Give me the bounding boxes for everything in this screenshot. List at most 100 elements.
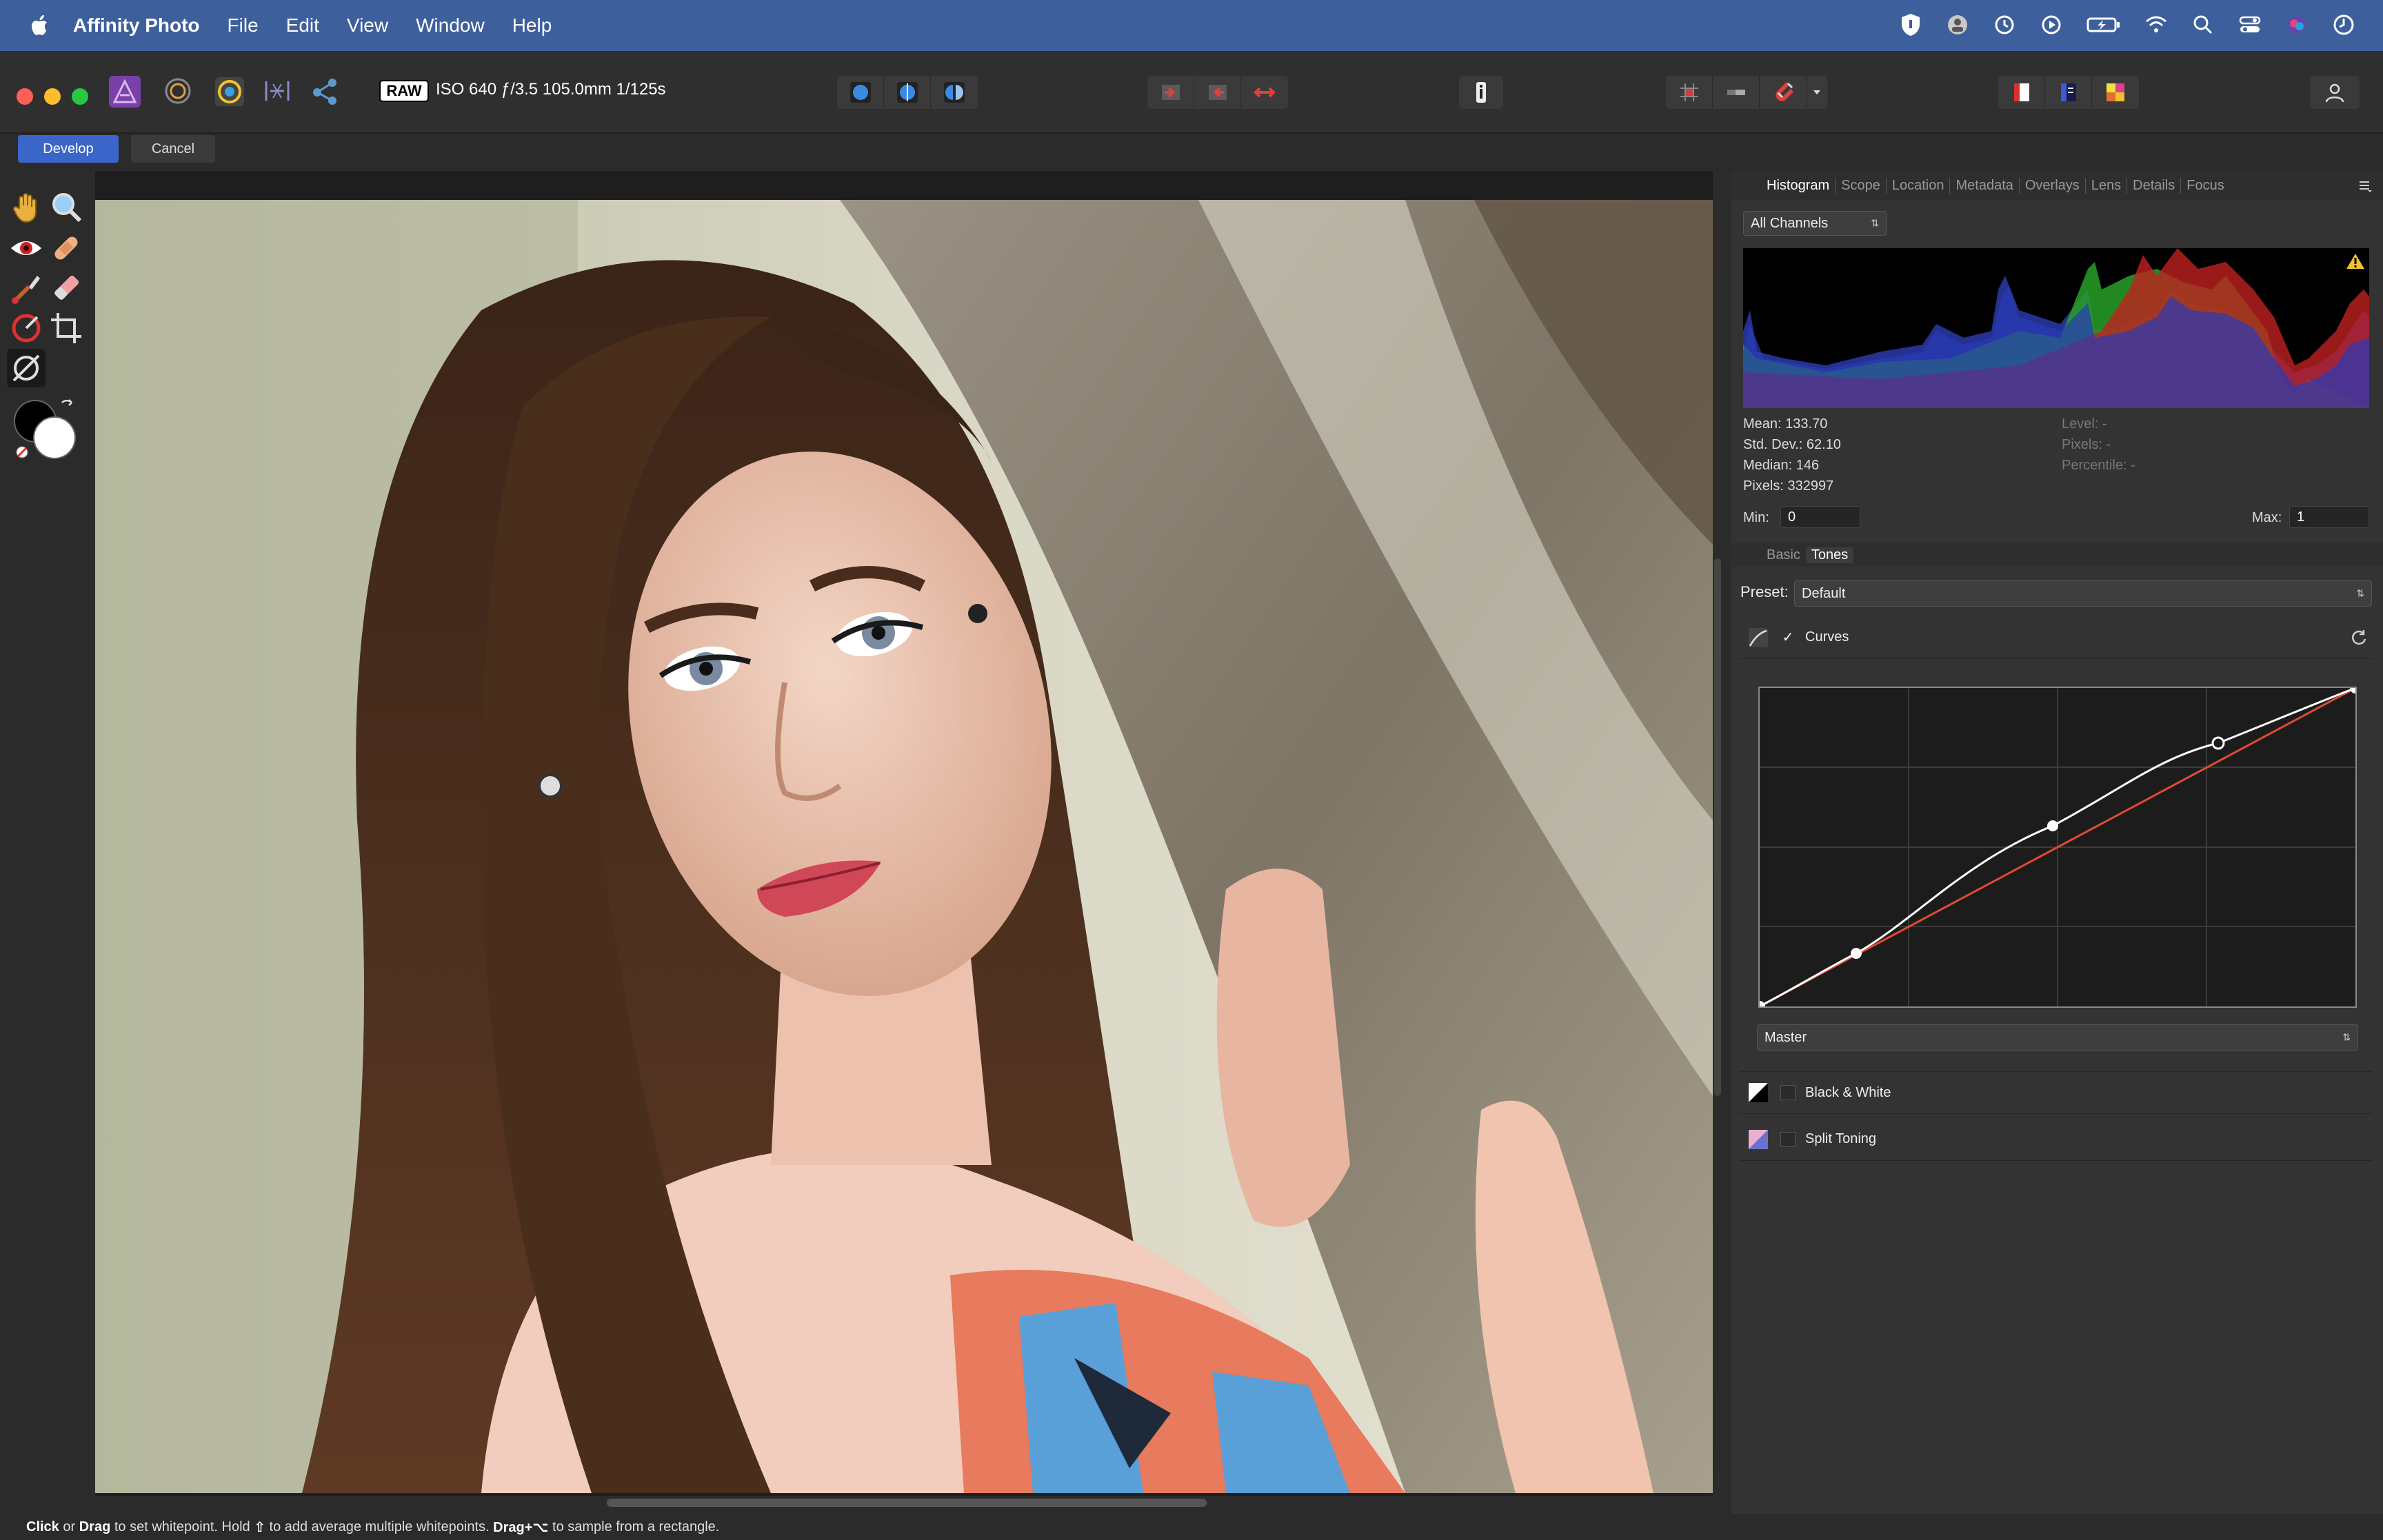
white-balance-tool-button[interactable] — [7, 349, 46, 387]
no-color-icon[interactable] — [15, 445, 29, 459]
develop-persona-icon[interactable] — [212, 74, 247, 109]
curves-section-header[interactable]: ✓ Curves — [1740, 616, 2372, 659]
tab-location[interactable]: Location — [1887, 177, 1951, 194]
menu-help[interactable]: Help — [512, 14, 552, 37]
black-white-checkbox[interactable] — [1780, 1085, 1796, 1100]
window-zoom-button[interactable] — [72, 88, 88, 105]
channel-select[interactable]: All Channels ⇅ — [1743, 211, 1887, 236]
mask-overlay-button[interactable] — [1713, 76, 1760, 109]
control-center-icon[interactable] — [2238, 12, 2262, 38]
clipping-group — [1147, 76, 1288, 109]
reset-icon[interactable] — [2350, 629, 2368, 647]
mac-menu-bar: Affinity Photo File Edit View Window Hel… — [0, 0, 2383, 51]
time-machine-icon[interactable] — [1993, 12, 2016, 38]
clip-highlights-button[interactable] — [1194, 76, 1241, 109]
overlay-gradient-tool-icon[interactable] — [8, 310, 44, 346]
overlay-erase-tool-icon[interactable] — [48, 270, 84, 306]
tab-lens[interactable]: Lens — [2086, 177, 2128, 194]
tab-details[interactable]: Details — [2127, 177, 2182, 194]
menubar-status-icons — [1899, 12, 2355, 38]
menu-app-name[interactable]: Affinity Photo — [73, 14, 200, 37]
tab-overlays[interactable]: Overlays — [2020, 177, 2086, 194]
export-persona-icon[interactable] — [310, 76, 341, 106]
tone-mapping-persona-icon[interactable] — [262, 76, 292, 106]
split-toning-checkbox[interactable] — [1780, 1131, 1796, 1147]
tab-histogram[interactable]: Histogram — [1761, 177, 1836, 194]
develop-button[interactable]: Develop — [18, 135, 119, 163]
min-value: 0 — [1788, 509, 1796, 525]
view-split-button[interactable] — [884, 76, 931, 109]
overlay-dropdown-button[interactable] — [1807, 76, 1827, 109]
photo-persona-icon[interactable] — [108, 74, 142, 109]
document-photo[interactable] — [95, 200, 1713, 1493]
info-button[interactable] — [1459, 76, 1503, 109]
view-mode-group — [837, 76, 978, 109]
split-toning-section-header[interactable]: Split Toning — [1740, 1118, 2372, 1161]
menu-edit[interactable]: Edit — [286, 14, 319, 37]
clock-icon[interactable] — [2332, 12, 2355, 38]
vpn-shield-icon[interactable] — [1899, 12, 1922, 38]
overlay-paint-tool-icon[interactable] — [8, 270, 44, 306]
tab-focus[interactable]: Focus — [2181, 178, 2229, 194]
user-badge-icon[interactable] — [1946, 12, 1969, 38]
tab-scope[interactable]: Scope — [1836, 177, 1887, 194]
cancel-button[interactable]: Cancel — [131, 135, 215, 163]
panel-menu-icon[interactable] — [2358, 179, 2372, 193]
min-input[interactable]: 0 — [1780, 506, 1860, 528]
wifi-icon[interactable] — [2144, 12, 2168, 38]
vertical-scrollbar[interactable] — [1714, 558, 1721, 1096]
show-color-button[interactable] — [2092, 76, 2139, 109]
spotlight-search-icon[interactable] — [2191, 12, 2215, 38]
menu-file[interactable]: File — [228, 14, 259, 37]
view-mirror-button[interactable] — [931, 76, 978, 109]
zoom-tool-icon[interactable] — [48, 189, 84, 225]
show-inverted-button[interactable] — [2045, 76, 2092, 109]
grid-overlay-button[interactable] — [1666, 76, 1713, 109]
battery-charging-icon[interactable] — [2087, 12, 2121, 38]
clip-shadows-icon — [1161, 85, 1180, 100]
horizontal-scrollbar[interactable] — [607, 1499, 1207, 1507]
curves-editor[interactable] — [1754, 682, 2361, 1012]
crop-tool-icon[interactable] — [48, 310, 84, 346]
menu-view[interactable]: View — [347, 14, 388, 37]
apple-icon[interactable] — [26, 12, 54, 39]
tab-tones[interactable]: Tones — [1805, 547, 1854, 563]
information-icon — [1476, 82, 1486, 103]
white-balance-picker-icon — [12, 354, 40, 382]
tab-metadata[interactable]: Metadata — [1950, 177, 2020, 194]
histogram-display[interactable] — [1743, 248, 2369, 408]
secondary-color-swatch[interactable] — [33, 416, 76, 459]
black-white-section-header[interactable]: Black & White — [1740, 1071, 2372, 1114]
play-icon[interactable] — [2040, 12, 2063, 38]
view-single-button[interactable] — [837, 76, 884, 109]
menu-window[interactable]: Window — [416, 14, 485, 37]
app-toolbar: RAW ISO 640 ƒ/3.5 105.0mm 1/125s — [0, 51, 2383, 134]
status-text-3: to sample from a rectangle. — [548, 1519, 720, 1534]
canvas-area[interactable] — [95, 171, 1713, 1496]
curves-enabled-checkbox[interactable]: ✓ — [1780, 630, 1796, 645]
user-account-icon — [2325, 83, 2344, 103]
curves-label: Curves — [1805, 629, 1849, 645]
develop-subtabs: Basic Tones — [1731, 543, 2383, 567]
clip-tones-button[interactable] — [1241, 76, 1288, 109]
max-input[interactable]: 1 — [2289, 506, 2369, 528]
blemish-tool-icon[interactable] — [48, 230, 84, 266]
red-eye-tool-icon[interactable] — [8, 230, 44, 266]
clip-shadows-button[interactable] — [1147, 76, 1194, 109]
window-close-button[interactable] — [17, 88, 33, 105]
show-original-button[interactable] — [1998, 76, 2045, 109]
curve-channel-select[interactable]: Master ⇅ — [1757, 1024, 2358, 1051]
window-minimize-button[interactable] — [44, 88, 61, 105]
max-value: 1 — [2297, 509, 2305, 525]
stat-std-dev: Std. Dev.: 62.10 — [1743, 437, 1841, 452]
liquify-persona-icon[interactable] — [163, 76, 193, 106]
magnet-overlay-button[interactable] — [1760, 76, 1807, 109]
preset-value: Default — [1802, 585, 1846, 601]
swap-colors-icon[interactable] — [59, 397, 77, 415]
account-button[interactable] — [2310, 76, 2360, 109]
preset-select[interactable]: Default ⇅ — [1794, 580, 2372, 607]
tab-basic[interactable]: Basic — [1761, 547, 1806, 563]
status-drag: Drag — [79, 1519, 111, 1534]
hand-tool-icon[interactable] — [8, 189, 44, 225]
siri-icon[interactable] — [2285, 12, 2309, 38]
